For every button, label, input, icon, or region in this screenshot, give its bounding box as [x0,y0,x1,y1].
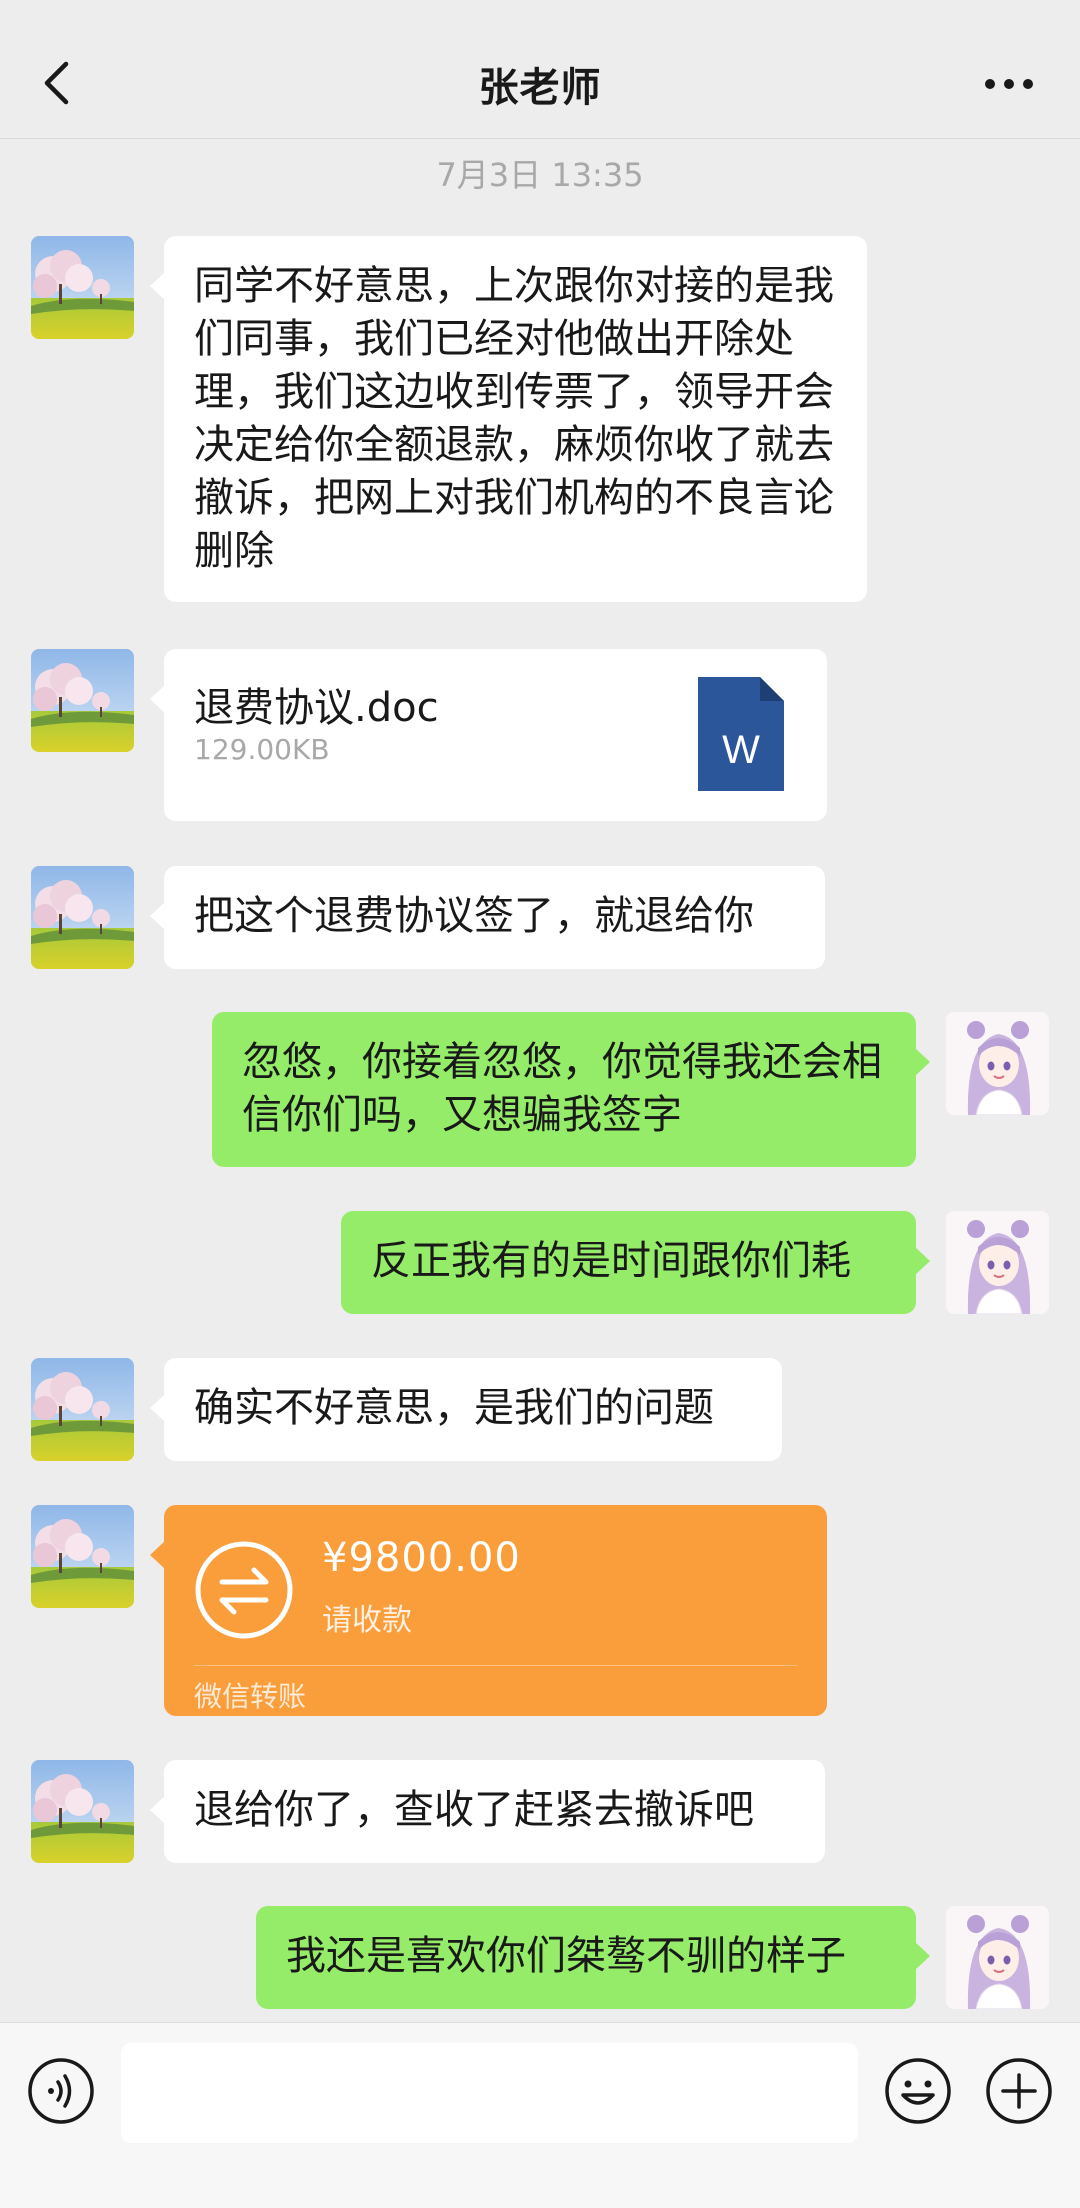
message-bubble-outgoing[interactable]: 忽悠，你接着忽悠，你觉得我还会相信你们吗，又想骗我签字 [212,1012,930,1167]
contact-avatar[interactable] [31,866,134,969]
transfer-arrows-icon [195,1541,293,1639]
contact-avatar[interactable] [31,649,134,752]
message-bubble-outgoing[interactable]: 反正我有的是时间跟你们耗 [341,1211,930,1314]
voice-icon[interactable] [27,2057,95,2125]
transfer-subtitle: 请收款 [322,1603,412,1638]
message-timestamp: 7月3日 13:35 [436,156,644,194]
user-avatar[interactable] [946,1211,1049,1314]
message-bubble-incoming[interactable]: 同学不好意思，上次跟你对接的是我们同事，我们已经对他做出开除处理，我们这边收到传… [150,236,867,602]
message-input[interactable] [121,2043,858,2143]
file-size: 129.00KB [194,733,330,766]
input-bar [0,2022,1080,2208]
word-doc-letter: W [722,728,760,772]
file-name: 退费协议.doc [194,685,439,731]
file-message[interactable]: 退费协议.doc 129.00KB W [150,649,827,821]
plus-icon[interactable] [985,2057,1053,2125]
contact-avatar[interactable] [31,1505,134,1608]
chat-header: 张老师 [0,0,1080,139]
user-avatar[interactable] [946,1906,1049,2009]
message-bubble-incoming[interactable]: 确实不好意思，是我们的问题 [150,1358,782,1461]
message-bubble-incoming[interactable]: 把这个退费协议签了，就退给你 [150,866,825,969]
transfer-footer: 微信转账 [194,1680,307,1713]
more-dots-icon[interactable] [982,64,1036,104]
contact-avatar[interactable] [31,1358,134,1461]
user-avatar[interactable] [946,1012,1049,1115]
word-doc-icon: W [698,677,784,791]
contact-avatar[interactable] [31,236,134,339]
transfer-divider [194,1665,797,1666]
message-bubble-outgoing[interactable]: 我还是喜欢你们桀骜不驯的样子 [256,1906,930,2009]
transfer-card[interactable]: ¥9800.00 请收款 微信转账 [150,1505,827,1716]
contact-avatar[interactable] [31,1760,134,1863]
transfer-amount: ¥9800.00 [322,1535,521,1581]
emoji-icon[interactable] [884,2057,952,2125]
message-bubble-incoming[interactable]: 退给你了，查收了赶紧去撤诉吧 [150,1760,825,1863]
chat-title: 张老师 [478,65,602,111]
